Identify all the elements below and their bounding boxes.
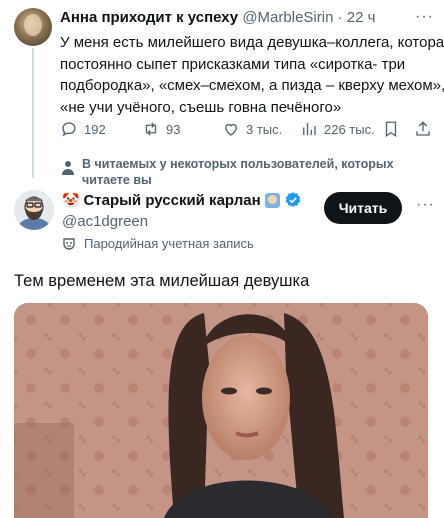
tweet-text-line: «не учи учёного, съешь говна печёного» xyxy=(60,98,342,116)
reply-button[interactable]: 192 xyxy=(60,120,106,138)
reply-count: 192 xyxy=(84,121,106,137)
author-handle[interactable]: @MarbleSirin xyxy=(242,9,333,26)
tweet-media-image[interactable] xyxy=(14,303,428,518)
author-avatar[interactable] xyxy=(14,190,54,230)
thread-line xyxy=(32,48,34,178)
old-man-emoji-icon xyxy=(264,192,280,208)
reply-icon xyxy=(62,122,76,137)
parody-label: Пародийная учетная запись xyxy=(62,236,254,251)
like-count: 3 тыс. xyxy=(246,121,283,137)
tweet-text: У меня есть милейшего вида девушка–колле… xyxy=(60,32,444,118)
tweet-actions: 192 93 3 тыс. 226 тыс. xyxy=(60,120,432,140)
more-options-icon[interactable]: ··· xyxy=(415,8,434,26)
repost-count: 93 xyxy=(166,121,181,137)
parody-text: Пародийная учетная запись xyxy=(84,236,254,251)
verified-badge-icon[interactable] xyxy=(284,191,302,209)
more-options-icon[interactable]: ··· xyxy=(416,196,435,214)
person-icon xyxy=(62,161,74,175)
author-avatar[interactable] xyxy=(14,8,52,46)
views-count: 226 тыс. xyxy=(324,121,375,137)
social-context-notice: В читаемых у некоторых пользователей, ко… xyxy=(82,156,394,188)
parody-mask-icon xyxy=(63,237,75,250)
author-handle[interactable]: @ac1dgreen xyxy=(62,213,148,230)
author-name[interactable]: Анна приходит к успеху xyxy=(60,9,238,26)
avatar-drawing xyxy=(14,190,54,230)
tweet-text-line: У меня есть милейшего вида девушка–колле… xyxy=(60,34,444,51)
share-button[interactable] xyxy=(414,120,432,138)
follow-button[interactable]: Читать xyxy=(324,192,402,224)
tweet-header: Анна приходит к успеху @MarbleSirin · 22… xyxy=(60,9,375,26)
tweet-time[interactable]: 22 ч xyxy=(347,9,376,26)
tweet-text-line: подбородка», «смех–смехом, а пизда – кве… xyxy=(60,77,444,94)
bookmark-icon xyxy=(385,121,397,138)
tweet-text-line: постоянно сыпет присказками типа «сиротк… xyxy=(60,55,406,73)
clown-emoji-icon: 🤡 xyxy=(62,191,80,208)
repost-icon xyxy=(145,122,157,136)
share-icon xyxy=(416,121,430,136)
repost-button[interactable]: 93 xyxy=(142,120,180,138)
separator-dot: · xyxy=(337,9,343,26)
author-name[interactable]: Старый русский карлан xyxy=(83,192,260,209)
media-picture xyxy=(14,303,428,518)
views-icon xyxy=(303,123,316,135)
notice-line: В читаемых у некоторых пользователей, ко… xyxy=(82,157,394,171)
notice-line: читаете вы xyxy=(82,173,152,187)
author-name-row: 🤡 Старый русский карлан xyxy=(62,191,302,209)
views-button[interactable]: 226 тыс. xyxy=(300,120,375,138)
like-button[interactable]: 3 тыс. xyxy=(222,120,282,138)
bookmark-button[interactable] xyxy=(382,120,400,138)
like-icon xyxy=(225,123,237,136)
tweet-text: Тем временем эта милейшая девушка xyxy=(14,272,310,290)
